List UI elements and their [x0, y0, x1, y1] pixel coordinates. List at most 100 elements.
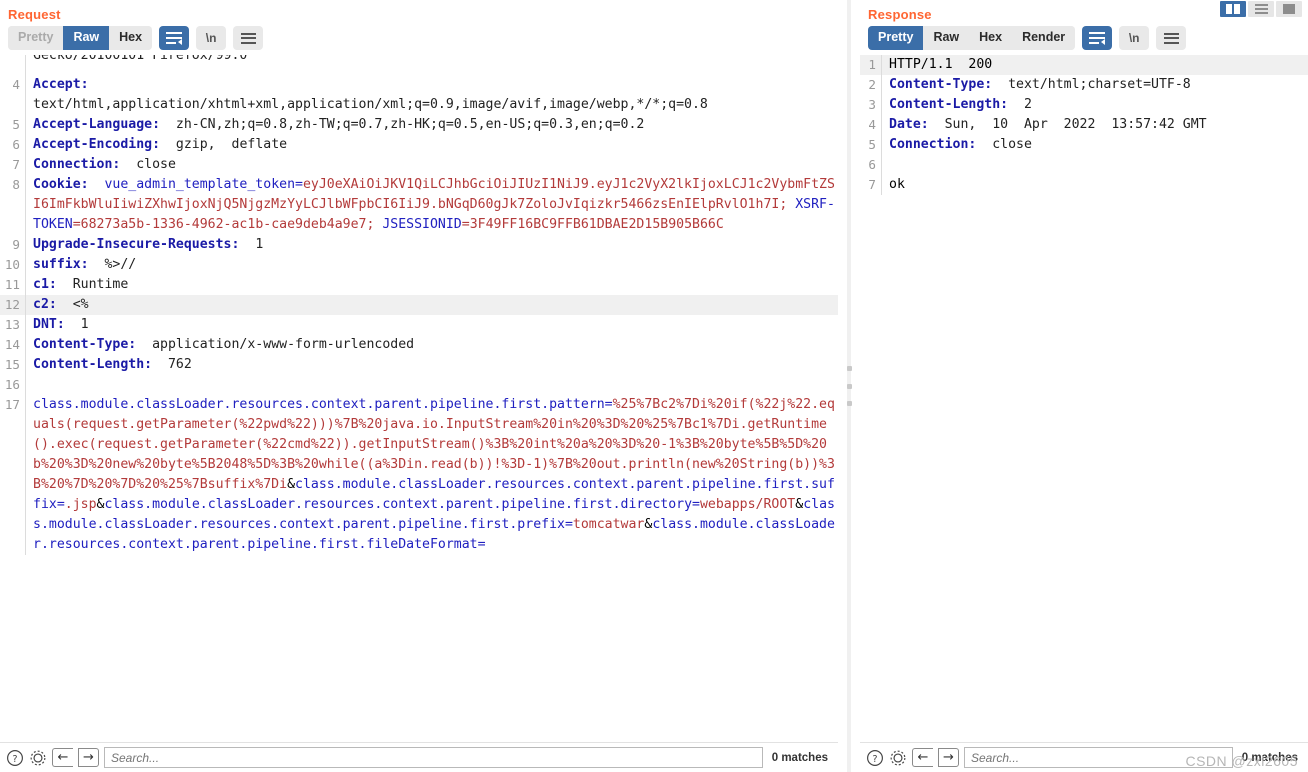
header-key: Connection:: [889, 137, 976, 152]
svg-text:?: ?: [872, 753, 877, 764]
request-tab-hex[interactable]: Hex: [109, 26, 152, 50]
layout-single-pane-icon[interactable]: [1276, 1, 1302, 17]
header-value: 762: [152, 357, 192, 372]
gutter-cell: 5: [860, 135, 882, 155]
panel-divider[interactable]: [838, 0, 860, 772]
response-tab-pretty[interactable]: Pretty: [868, 26, 923, 50]
response-line-content: Content-Type: text/html;charset=UTF-8: [882, 75, 1308, 95]
request-editor[interactable]: Gecko/20100101 Firefox/99.0 4 Accept: te…: [0, 55, 838, 742]
header-key: Content-Type:: [889, 77, 992, 92]
request-toolbar: Pretty Raw Hex \n: [0, 26, 838, 55]
gutter-cell: 14: [0, 335, 26, 355]
gutter-cell: 8: [0, 175, 26, 235]
search-prev-button[interactable]: ←: [52, 748, 73, 767]
request-hamburger-menu-icon[interactable]: [233, 26, 263, 50]
layout-buttons-group: [1220, 1, 1302, 17]
request-line-highlighted: 12 c2: <%: [0, 295, 838, 315]
request-newline-button[interactable]: \n: [196, 26, 226, 50]
response-word-wrap-icon[interactable]: [1082, 26, 1112, 50]
request-tab-raw[interactable]: Raw: [63, 26, 109, 50]
response-line-body: 7 ok: [860, 175, 1308, 195]
request-line: 6 Accept-Encoding: gzip, deflate: [0, 135, 838, 155]
body-param-key-pattern: class.module.classLoader.resources.conte…: [33, 397, 613, 412]
gutter-cell: [0, 55, 26, 75]
request-line: 10 suffix: %>//: [0, 255, 838, 275]
response-editor[interactable]: 1 HTTP/1.1 200 2 Content-Type: text/html…: [860, 55, 1308, 742]
header-value: zh-CN,zh;q=0.8,zh-TW;q=0.7,zh-HK;q=0.5,e…: [160, 117, 644, 132]
request-line: 5 Accept-Language: zh-CN,zh;q=0.8,zh-TW;…: [0, 115, 838, 135]
newline-label: \n: [1129, 31, 1140, 45]
help-circle-icon[interactable]: ?: [866, 749, 884, 767]
header-key: c2:: [33, 297, 57, 312]
response-line-content: Connection: close: [882, 135, 1308, 155]
gear-icon[interactable]: [889, 749, 907, 767]
body-param-value-directory: webapps/ROOT: [700, 497, 795, 512]
header-key: Upgrade-Insecure-Requests:: [33, 237, 239, 252]
cookie-xsrf-value: =68273a5b-1336-4962-ac1b-cae9deb4a9e7;: [73, 217, 375, 232]
request-line: 14 Content-Type: application/x-www-form-…: [0, 335, 838, 355]
request-line-content: c2: <%: [26, 295, 838, 315]
request-line-content: Accept:: [26, 75, 838, 95]
body-amp-1: &: [287, 477, 295, 492]
help-circle-icon[interactable]: ?: [6, 749, 24, 767]
response-body-text: ok: [882, 175, 1308, 195]
header-value: text/html;charset=UTF-8: [992, 77, 1191, 92]
gutter-cell: 9: [0, 235, 26, 255]
divider-grip-handle[interactable]: [845, 366, 853, 406]
gear-icon[interactable]: [29, 749, 47, 767]
response-newline-button[interactable]: \n: [1119, 26, 1149, 50]
body-amp-3: &: [795, 497, 803, 512]
request-line: 11 c1: Runtime: [0, 275, 838, 295]
gutter-cell: 6: [0, 135, 26, 155]
header-key: Accept-Language:: [33, 117, 160, 132]
search-next-button[interactable]: →: [78, 748, 99, 767]
gutter-cell: 10: [0, 255, 26, 275]
request-panel-title: Request: [0, 0, 838, 26]
cookie-jsessionid-value: 3F49FF16BC9FFB61DBAE2D15B905B66C: [470, 217, 724, 232]
header-key: Content-Length:: [889, 97, 1008, 112]
layout-split-vertical-icon[interactable]: [1220, 1, 1246, 17]
burp-repeater-window: Request Pretty Raw Hex \n Geck: [0, 0, 1308, 772]
request-search-input[interactable]: [104, 747, 763, 768]
gutter-cell: [0, 95, 26, 115]
response-line-content: Date: Sun, 10 Apr 2022 13:57:42 GMT: [882, 115, 1308, 135]
response-line: 5 Connection: close: [860, 135, 1308, 155]
header-key: Accept:: [33, 77, 89, 92]
response-line: 3 Content-Length: 2: [860, 95, 1308, 115]
header-value: application/x-www-form-urlencoded: [136, 337, 414, 352]
header-value: close: [976, 137, 1032, 152]
gutter-cell: 11: [0, 275, 26, 295]
search-next-button[interactable]: →: [938, 748, 959, 767]
request-line-content: [26, 375, 838, 395]
response-statusbar: ? ← → 0 matches: [860, 742, 1308, 772]
request-line-blank: 16: [0, 375, 838, 395]
search-prev-button[interactable]: ←: [912, 748, 933, 767]
header-value: %>//: [89, 257, 137, 272]
response-line-content: [882, 155, 1308, 175]
response-toolbar: Pretty Raw Hex Render \n: [860, 26, 1308, 55]
response-search-input[interactable]: [964, 747, 1233, 768]
request-match-count: 0 matches: [768, 752, 832, 764]
header-key: Cookie:: [33, 177, 89, 192]
request-word-wrap-icon[interactable]: [159, 26, 189, 50]
request-line: 7 Connection: close: [0, 155, 838, 175]
request-line-content: Upgrade-Insecure-Requests: 1: [26, 235, 838, 255]
response-tab-hex[interactable]: Hex: [969, 26, 1012, 50]
header-value: 2: [1008, 97, 1032, 112]
gutter-cell: 4: [0, 75, 26, 95]
cookie-jsessionid-key: JSESSIONID: [374, 217, 461, 232]
gutter-cell: 17: [0, 395, 26, 555]
response-tab-render[interactable]: Render: [1012, 26, 1075, 50]
request-tab-pretty[interactable]: Pretty: [8, 26, 63, 50]
request-body-line: 17 class.module.classLoader.resources.co…: [0, 395, 838, 555]
response-hamburger-menu-icon[interactable]: [1156, 26, 1186, 50]
gutter-cell: 6: [860, 155, 882, 175]
layout-split-horizontal-icon[interactable]: [1248, 1, 1274, 17]
header-key: suffix:: [33, 257, 89, 272]
response-tab-raw[interactable]: Raw: [923, 26, 969, 50]
header-key: Connection:: [33, 157, 120, 172]
gutter-cell: 12: [0, 295, 26, 315]
gutter-cell: 3: [860, 95, 882, 115]
newline-label: \n: [206, 31, 217, 45]
request-line-content: Content-Type: application/x-www-form-url…: [26, 335, 838, 355]
